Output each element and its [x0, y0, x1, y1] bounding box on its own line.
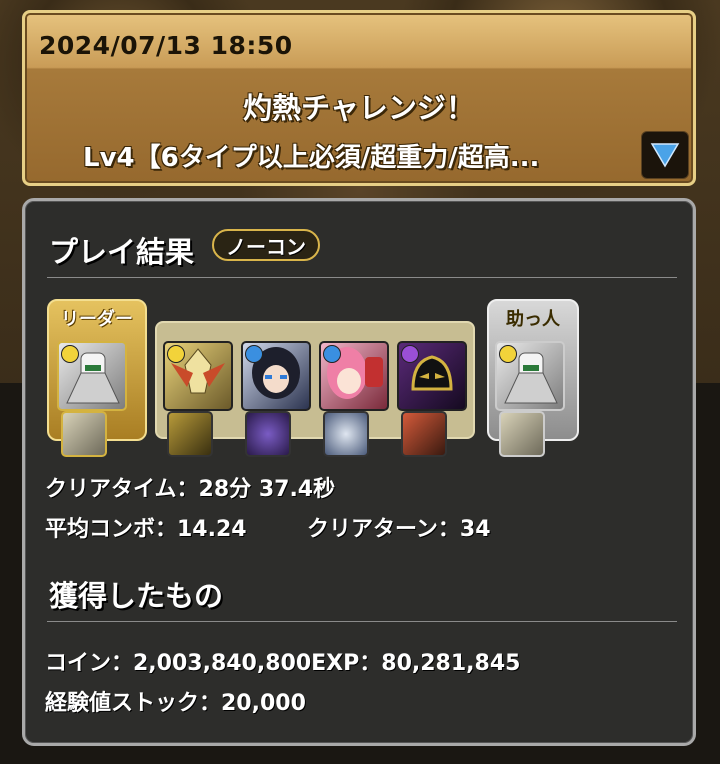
dungeon-banner: 2024/07/13 18:50 灼熱チャレンジ！ Lv4【6タイプ以上必須/超…: [22, 10, 696, 186]
dungeon-subtitle: Lv4【6タイプ以上必須/超重力/超高...: [83, 143, 540, 173]
dark-orb-icon: [401, 345, 419, 363]
exp-value: EXP：80,281,845: [311, 651, 521, 676]
helper-label: 助っ人: [506, 309, 560, 330]
light-orb-icon: [61, 345, 79, 363]
leader-assist[interactable]: [61, 411, 107, 457]
light-orb-icon: [167, 345, 185, 363]
member-card-1[interactable]: [163, 341, 233, 411]
play-date: 2024/07/13 18:50: [39, 31, 293, 60]
exp-stock: 経験値ストック：20,000: [45, 691, 306, 716]
clear-turns: クリアターン：34: [307, 517, 491, 542]
triangle-down-icon: [650, 143, 680, 168]
coins-value: コイン：2,003,840,800: [45, 651, 312, 676]
member-assist-2[interactable]: [245, 411, 291, 457]
light-orb-icon: [499, 345, 517, 363]
no-continue-badge: ノーコン: [212, 229, 320, 261]
dungeon-title: 灼熱チャレンジ！: [243, 91, 475, 125]
member-assist-4[interactable]: [401, 411, 447, 457]
leader-card[interactable]: [57, 341, 127, 411]
average-combo: 平均コンボ：14.24: [45, 517, 247, 542]
leader-label: リーダー: [61, 309, 133, 330]
member-card-3[interactable]: [319, 341, 389, 411]
helper-assist[interactable]: [499, 411, 545, 457]
rewards-heading: 獲得したもの: [49, 579, 224, 613]
divider: [47, 621, 677, 622]
water-orb-icon: [323, 345, 341, 363]
result-heading: プレイ結果: [49, 235, 195, 269]
expand-dropdown-button[interactable]: [641, 131, 689, 179]
member-card-4[interactable]: [397, 341, 467, 411]
water-orb-icon: [245, 345, 263, 363]
helper-card[interactable]: [495, 341, 565, 411]
member-card-2[interactable]: [241, 341, 311, 411]
result-panel: プレイ結果 ノーコン リーダー 助っ人 クリアタイム：28分 37.4秒 平均コ…: [22, 198, 696, 746]
coins-earned: コイン：2,003,840,800EXP：80,281,845: [45, 645, 520, 677]
member-assist-3[interactable]: [323, 411, 369, 457]
member-assist-1[interactable]: [167, 411, 213, 457]
clear-time: クリアタイム：28分 37.4秒: [45, 477, 336, 502]
divider: [47, 277, 677, 278]
